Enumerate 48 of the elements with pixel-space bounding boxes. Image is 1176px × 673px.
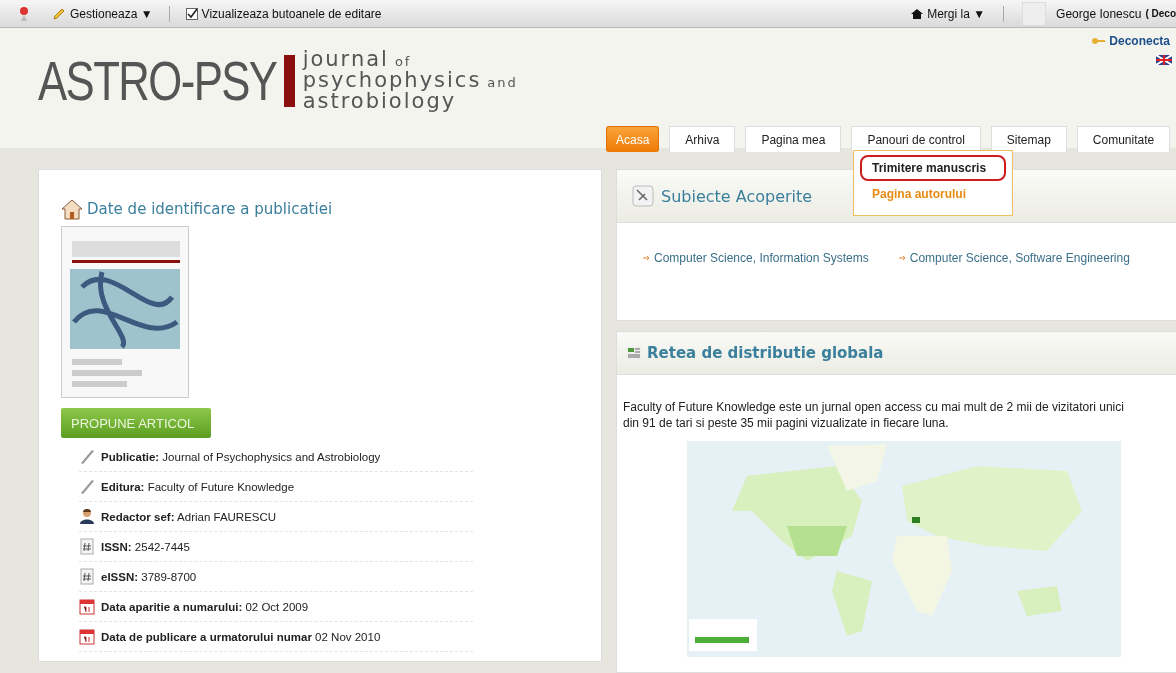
info-text: eISSN: 3789-8700 <box>101 570 197 583</box>
pen-icon <box>79 478 95 495</box>
user-name[interactable]: George Ionescu <box>1056 6 1142 21</box>
logo-bar <box>283 54 295 107</box>
logo-tagline: journal of <box>302 50 413 71</box>
flag-icon <box>1156 55 1172 65</box>
info-text: Editura: Faculty of Future Knowledge <box>101 480 295 493</box>
nav-tab[interactable]: Panouri de control <box>851 126 981 152</box>
panel-title: Retea de distributie globala <box>647 344 884 362</box>
house-icon <box>61 198 83 220</box>
logout-hint: ( Deco <box>1145 8 1176 19</box>
calendar-icon <box>79 628 95 645</box>
menu-item[interactable]: Trimitere manuscris <box>860 155 1006 181</box>
person-icon <box>79 508 95 525</box>
goto-menu[interactable]: Mergi la ▼ <box>927 6 986 21</box>
checkbox-label: Vizualizeaza butoanele de editare <box>201 6 382 21</box>
pencil-icon <box>52 6 66 21</box>
nav-tab[interactable]: Pagina mea <box>745 126 842 152</box>
nav-tab[interactable]: Comunitate <box>1076 126 1171 152</box>
arrow-icon <box>643 254 651 262</box>
home-icon <box>911 7 924 20</box>
grid-icon <box>627 347 641 359</box>
info-text: Redactor sef: Adrian FAURESCU <box>101 510 277 523</box>
panel-title: Subiecte Acoperite <box>661 186 813 206</box>
panel-title: Date de identificare a publicatiei <box>87 200 333 218</box>
info-text: Publicatie: Journal of Psychophysics and Astrobiology <box>101 450 381 463</box>
subject-link[interactable]: Computer Science, Software Engineering <box>909 251 1130 265</box>
nav-tab[interactable]: Sitemap <box>990 126 1067 152</box>
nav-tab[interactable]: Arhiva <box>669 126 736 152</box>
hash-icon <box>79 568 95 585</box>
logo-tagline: astrobiology <box>302 92 457 111</box>
calendar-icon <box>79 598 95 615</box>
subject-link[interactable]: Computer Science, Information Systems <box>654 251 869 265</box>
info-text: ISSN: 2542-7445 <box>101 540 190 553</box>
logo-text: ASTRO-PSY <box>38 52 277 109</box>
manage-menu[interactable]: Gestioneaza ▼ <box>70 6 153 21</box>
pin-icon <box>18 5 30 22</box>
info-text: Data aparitie a numarului: 02 Oct 2009 <box>101 600 309 613</box>
info-text: Data de publicare a urmatorului numar 02 Nov 2010 <box>101 630 381 643</box>
hash-icon <box>79 538 95 555</box>
description-text: Faculty of Future Knowledge este un jurnal open access cu mai mult de 2 mii de vizitatori unici din 91 de tari si peste 35 mii pagini vizualizate in fiecare luna. <box>622 399 1125 431</box>
checkbox[interactable] <box>185 7 198 20</box>
logout-link[interactable]: Deconecta <box>1109 34 1170 48</box>
key-icon <box>1091 35 1106 47</box>
arrow-icon <box>898 254 907 262</box>
logo-tagline: psychophysics and <box>302 71 518 92</box>
pen-icon <box>79 448 95 465</box>
avatar <box>1022 1 1047 26</box>
